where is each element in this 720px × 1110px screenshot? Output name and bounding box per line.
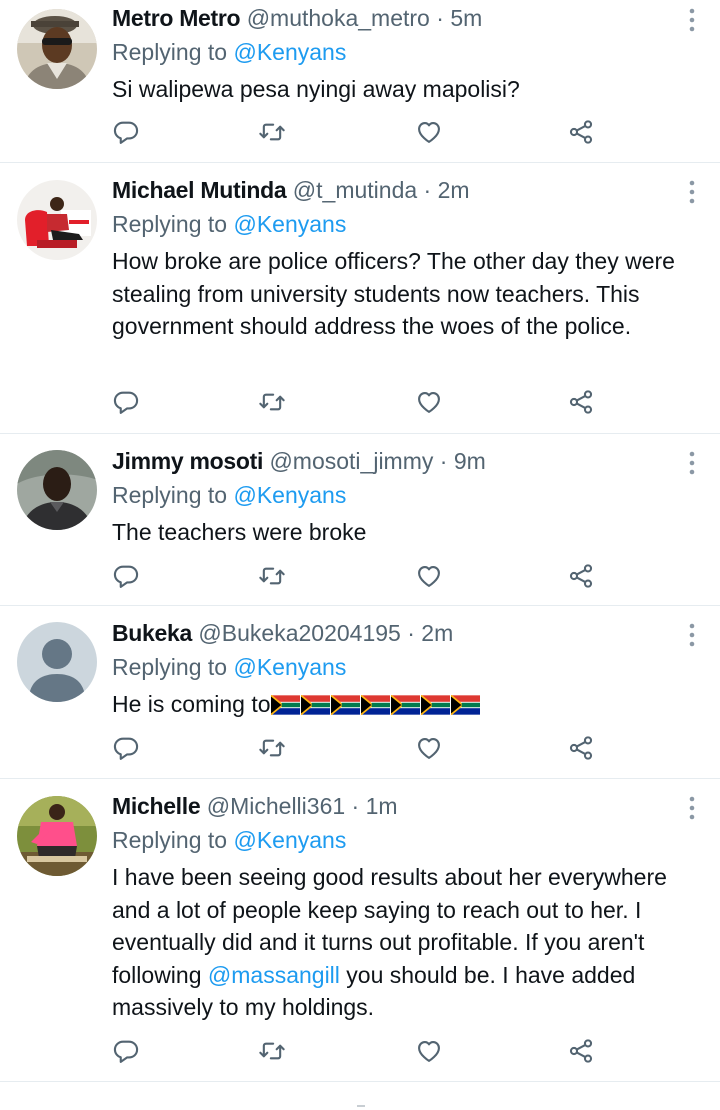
- tweet-text: I have been seeing good results about he…: [112, 861, 706, 1024]
- tweet-text: He is coming to: [112, 688, 706, 724]
- tweet-card[interactable]: Metro Metro @muthoka_metro · 5m Replying…: [0, 0, 720, 163]
- timestamp[interactable]: 5m: [450, 5, 482, 31]
- separator: ·: [436, 5, 444, 31]
- handle[interactable]: @Bukeka20204195: [198, 620, 400, 646]
- south-africa-flag-icon: [451, 695, 480, 715]
- tweet-header: Metro Metro @muthoka_metro · 5m: [112, 3, 660, 33]
- more-options-icon[interactable]: [688, 179, 696, 205]
- tweet-card[interactable]: Michael Mutinda @t_mutinda · 2m Replying…: [0, 163, 720, 434]
- tweet-header: Michael Mutinda @t_mutinda · 2m: [112, 175, 660, 205]
- timestamp[interactable]: 1m: [366, 793, 398, 819]
- more-options-icon[interactable]: [688, 622, 696, 648]
- share-icon[interactable]: [567, 562, 595, 590]
- action-bar: [112, 118, 612, 148]
- replying-to: Replying to @Kenyans: [112, 652, 346, 682]
- replying-to-label: Replying to: [112, 827, 228, 853]
- more-options-icon[interactable]: [688, 795, 696, 821]
- avatar[interactable]: [17, 9, 97, 89]
- tweet-header: Bukeka @Bukeka20204195 · 2m: [112, 618, 660, 648]
- display-name[interactable]: Metro Metro: [112, 5, 241, 31]
- timestamp[interactable]: 2m: [421, 620, 453, 646]
- like-icon[interactable]: [415, 734, 443, 762]
- share-icon[interactable]: [567, 734, 595, 762]
- more-options-icon[interactable]: [688, 450, 696, 476]
- tweet-text-mention[interactable]: @massangill: [208, 962, 340, 988]
- avatar[interactable]: [17, 180, 97, 260]
- tweet-text: The teachers were broke: [112, 519, 367, 545]
- like-icon[interactable]: [415, 118, 443, 146]
- south-africa-flag-icon: [301, 695, 330, 715]
- like-icon[interactable]: [415, 388, 443, 416]
- replying-to: Replying to @Kenyans: [112, 209, 346, 239]
- replying-to: Replying to @Kenyans: [112, 825, 346, 855]
- tweet-text: Si walipewa pesa nyingi away mapolisi?: [112, 76, 520, 102]
- south-africa-flag-icon: [361, 695, 390, 715]
- reply-icon[interactable]: [112, 388, 140, 416]
- tweet-text: How broke are police officers? The other…: [112, 248, 675, 339]
- display-name[interactable]: Jimmy mosoti: [112, 448, 263, 474]
- retweet-icon[interactable]: [258, 388, 286, 416]
- handle[interactable]: @mosoti_jimmy: [269, 448, 433, 474]
- replying-to-label: Replying to: [112, 211, 228, 237]
- handle[interactable]: @Michelli361: [207, 793, 345, 819]
- reply-icon[interactable]: [112, 118, 140, 146]
- retweet-icon[interactable]: [258, 118, 286, 146]
- tweet-header: Jimmy mosoti @mosoti_jimmy · 9m: [112, 446, 660, 476]
- south-africa-flag-icon: [391, 695, 420, 715]
- display-name[interactable]: Michelle: [112, 793, 201, 819]
- retweet-icon[interactable]: [258, 1037, 286, 1065]
- reply-icon[interactable]: [112, 734, 140, 762]
- handle[interactable]: @t_mutinda: [293, 177, 417, 203]
- display-name[interactable]: Bukeka: [112, 620, 192, 646]
- tweet-text-content: He is coming to: [112, 691, 271, 717]
- replying-to-label: Replying to: [112, 482, 228, 508]
- avatar[interactable]: [17, 796, 97, 876]
- tweet-header: Michelle @Michelli361 · 1m: [112, 791, 660, 821]
- action-bar: [112, 1037, 612, 1067]
- replying-to-mention[interactable]: @Kenyans: [233, 39, 346, 65]
- like-icon[interactable]: [415, 1037, 443, 1065]
- action-bar: [112, 562, 612, 592]
- retweet-icon[interactable]: [258, 562, 286, 590]
- separator: ·: [407, 620, 415, 646]
- share-icon[interactable]: [567, 388, 595, 416]
- tweet-card[interactable]: Bukeka @Bukeka20204195 · 2m Replying to …: [0, 606, 720, 779]
- action-bar: [112, 388, 612, 418]
- avatar[interactable]: [17, 450, 97, 530]
- handle[interactable]: @muthoka_metro: [247, 5, 430, 31]
- south-africa-flag-emojis: [271, 691, 481, 724]
- display-name[interactable]: Michael Mutinda: [112, 177, 287, 203]
- replying-to-mention[interactable]: @Kenyans: [233, 482, 346, 508]
- separator: ·: [423, 177, 432, 203]
- replying-to-label: Replying to: [112, 654, 228, 680]
- avatar[interactable]: [17, 622, 97, 702]
- reply-icon[interactable]: [112, 1037, 140, 1065]
- timestamp[interactable]: 9m: [454, 448, 486, 474]
- replying-to-mention[interactable]: @Kenyans: [233, 654, 346, 680]
- replying-to-mention[interactable]: @Kenyans: [233, 827, 346, 853]
- tweet-card[interactable]: Michelle @Michelli361 · 1m Replying to @…: [0, 779, 720, 1082]
- south-africa-flag-icon: [331, 695, 360, 715]
- more-options-icon[interactable]: [688, 7, 696, 33]
- share-icon[interactable]: [567, 1037, 595, 1065]
- share-icon[interactable]: [567, 118, 595, 146]
- replying-to-label: Replying to: [112, 39, 228, 65]
- retweet-icon[interactable]: [258, 734, 286, 762]
- south-africa-flag-icon: [421, 695, 450, 715]
- replying-to: Replying to @Kenyans: [112, 37, 346, 67]
- scroll-indicator: [357, 1105, 365, 1107]
- timestamp[interactable]: 2m: [438, 177, 470, 203]
- separator: ·: [351, 793, 360, 819]
- south-africa-flag-icon: [271, 695, 300, 715]
- replying-to: Replying to @Kenyans: [112, 480, 346, 510]
- tweet-card[interactable]: Jimmy mosoti @mosoti_jimmy · 9m Replying…: [0, 434, 720, 606]
- replying-to-mention[interactable]: @Kenyans: [233, 211, 346, 237]
- action-bar: [112, 734, 612, 764]
- like-icon[interactable]: [415, 562, 443, 590]
- reply-icon[interactable]: [112, 562, 140, 590]
- separator: ·: [439, 448, 448, 474]
